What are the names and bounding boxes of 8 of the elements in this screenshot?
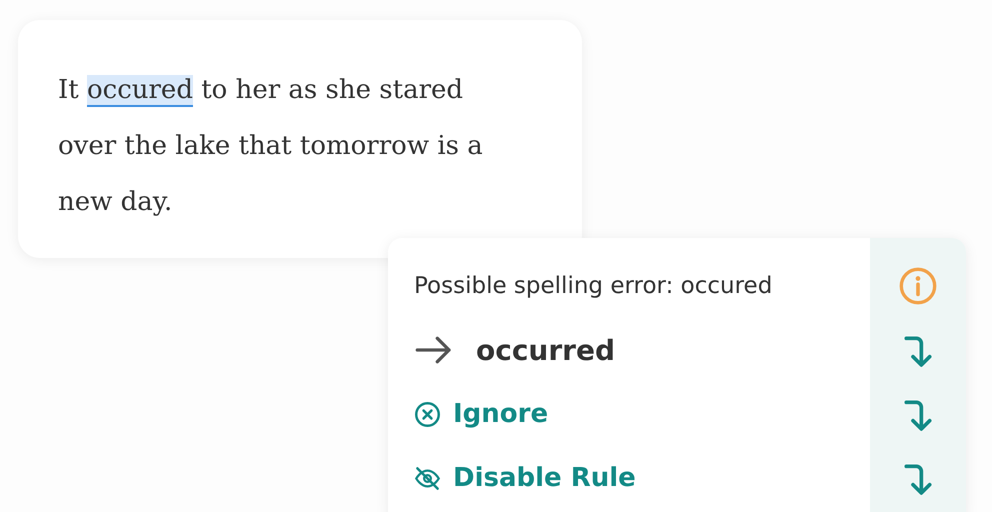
info-icon: [898, 266, 938, 306]
eye-slash-icon: [414, 464, 441, 492]
close-circle-icon: [414, 400, 441, 428]
ignore-button[interactable]: Ignore: [453, 399, 548, 429]
error-message: Possible spelling error: occured: [414, 272, 774, 301]
suggestion-button[interactable]: occurred: [476, 334, 616, 366]
disable-button[interactable]: Disable Rule: [453, 463, 636, 493]
paragraph: It occured to her as she stared over the lake that tomorrow is a new day.: [58, 74, 484, 219]
